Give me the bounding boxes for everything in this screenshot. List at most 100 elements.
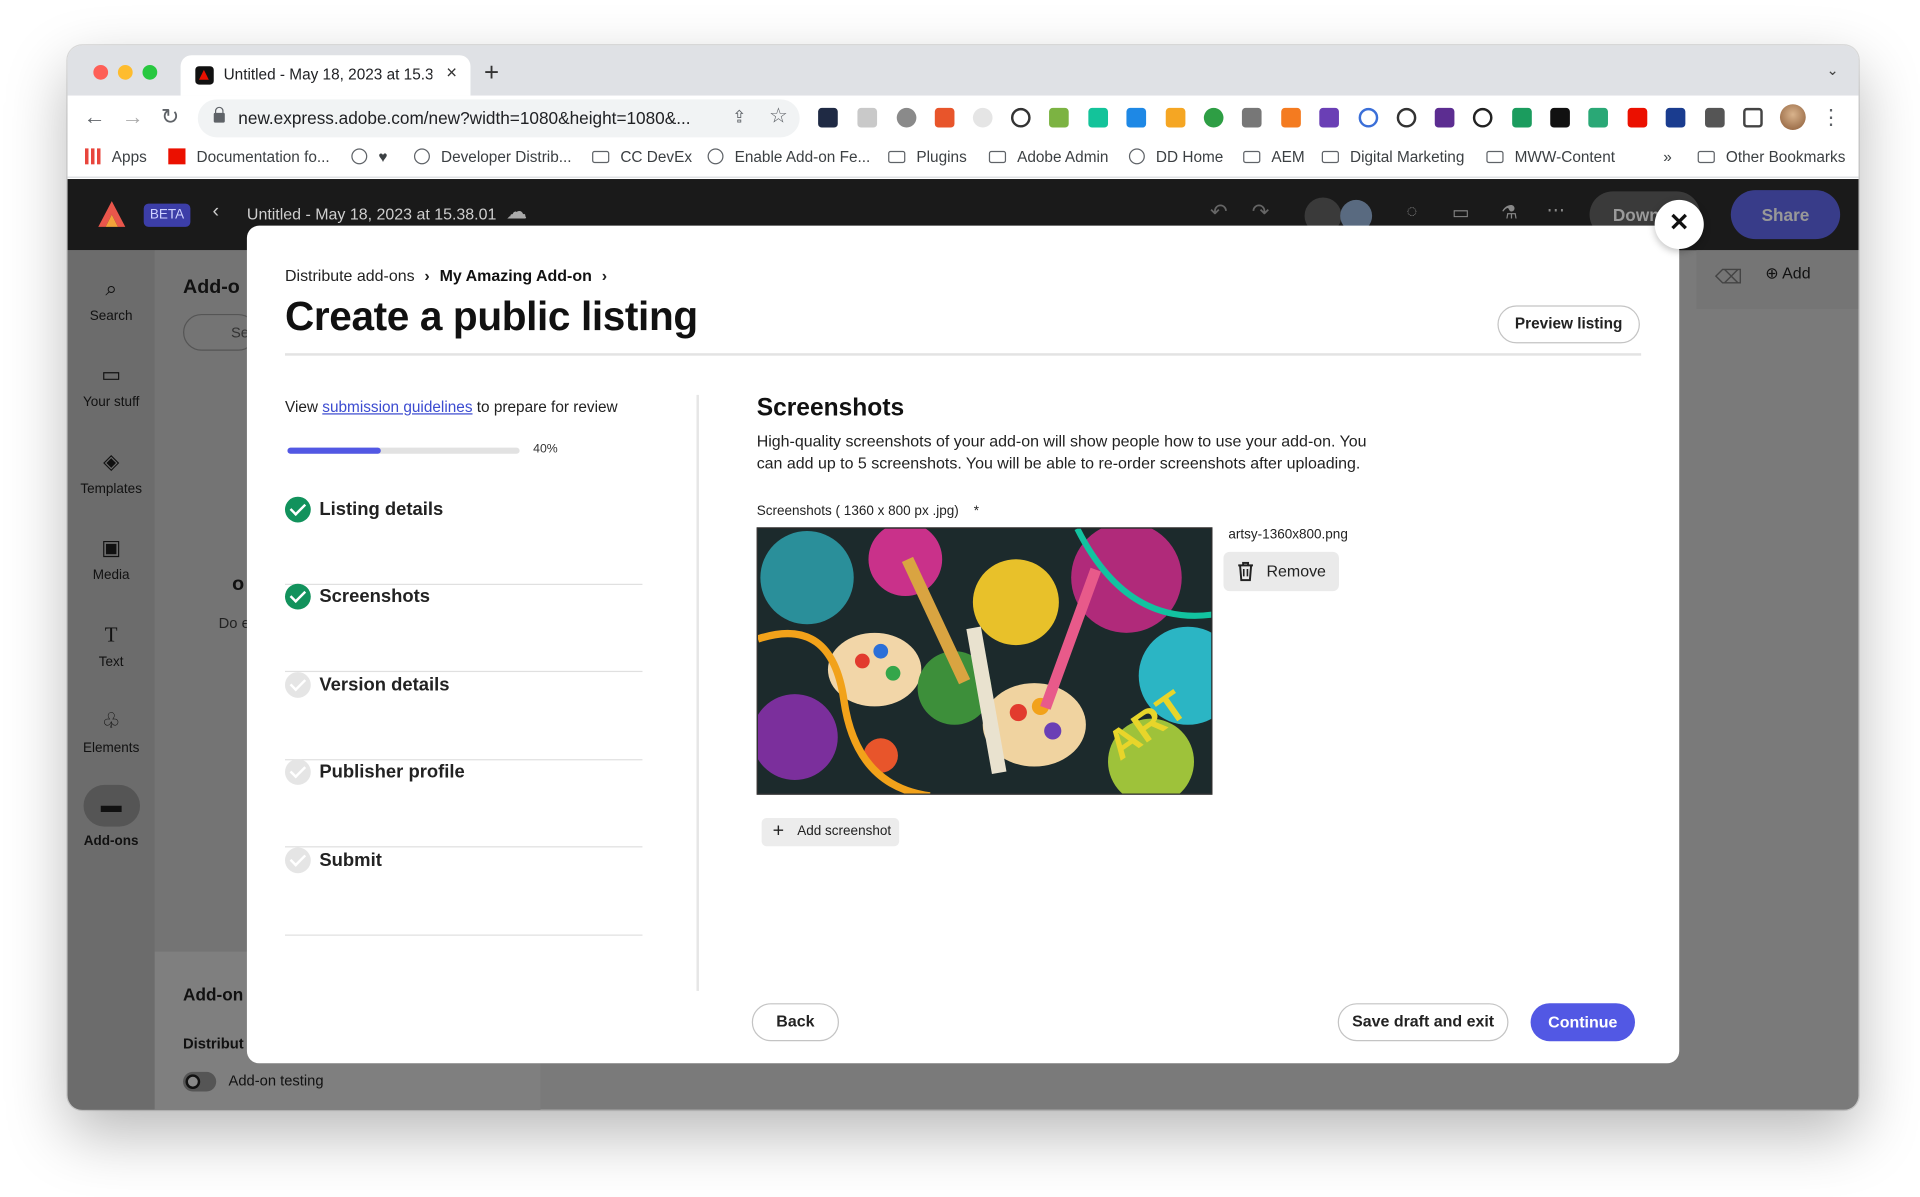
close-window-dot[interactable]: [93, 64, 109, 80]
preview-listing-button[interactable]: Preview listing: [1497, 305, 1640, 344]
remove-screenshot-button[interactable]: Remove: [1223, 551, 1339, 592]
add-page-button[interactable]: ⊕ Add: [1765, 264, 1810, 284]
extension-icon[interactable]: [1396, 107, 1417, 128]
addon-testing-toggle[interactable]: [183, 1071, 217, 1092]
extension-icon[interactable]: [1088, 107, 1109, 128]
bookmark-other[interactable]: Other Bookmarks: [1697, 148, 1845, 166]
extension-icon[interactable]: [934, 107, 955, 128]
back-button[interactable]: Back: [751, 1003, 839, 1042]
templates-icon: ◈: [103, 450, 120, 474]
save-draft-button[interactable]: Save draft and exit: [1337, 1003, 1509, 1042]
undo-icon[interactable]: ↶: [1210, 200, 1228, 225]
extension-icon[interactable]: [1665, 107, 1686, 128]
share-page-icon[interactable]: ⇪: [732, 107, 746, 128]
elements-icon: ♧: [101, 708, 121, 733]
artsy-doodle-image: ART: [757, 528, 1212, 794]
bookmark-aem[interactable]: AEM: [1243, 148, 1305, 166]
search-icon: ⌕: [105, 277, 118, 301]
extension-icon[interactable]: [857, 107, 878, 128]
new-tab-icon[interactable]: +: [484, 59, 499, 88]
tab-search-chevron-icon[interactable]: ⌄: [1827, 61, 1839, 78]
redo-icon[interactable]: ↷: [1252, 200, 1270, 225]
bookmark-developer-distrib[interactable]: Developer Distrib...: [413, 148, 572, 166]
bookmark-globe-heart[interactable]: ♥: [351, 148, 387, 166]
chat-extension-icon[interactable]: [896, 107, 917, 128]
share-button[interactable]: Share: [1730, 190, 1841, 240]
submission-guidelines-link[interactable]: submission guidelines: [322, 399, 472, 416]
bookmark-mww-content[interactable]: MWW-Content: [1486, 148, 1615, 166]
profile-avatar[interactable]: [1779, 104, 1806, 130]
globe-icon: [1128, 148, 1145, 165]
extension-icon[interactable]: [1588, 107, 1608, 128]
bookmark-digital-marketing[interactable]: Digital Marketing: [1321, 148, 1464, 166]
adobe-express-logo-icon[interactable]: [97, 200, 126, 229]
folder-icon: [888, 150, 906, 164]
extension-icon[interactable]: [1126, 107, 1147, 128]
extension-icon[interactable]: [1472, 107, 1493, 128]
rss-extension-icon[interactable]: [1165, 107, 1186, 128]
sidepanel-icon[interactable]: [1743, 107, 1763, 128]
screenshot-thumbnail[interactable]: ART: [756, 527, 1213, 795]
addons-icon: ▬: [82, 784, 140, 827]
step-publisher-profile[interactable]: Publisher profile: [284, 759, 643, 848]
back-arrow-icon[interactable]: ←: [84, 104, 106, 130]
extension-icon[interactable]: [1241, 107, 1262, 128]
sidebar-item-media[interactable]: ▣ Media: [68, 536, 155, 583]
bookmark-plugins[interactable]: Plugins: [888, 148, 967, 166]
sidebar-item-text[interactable]: T Text: [68, 623, 155, 670]
browser-tab[interactable]: Untitled - May 18, 2023 at 15.3 ×: [180, 55, 471, 96]
beaker-icon[interactable]: ⚗: [1501, 201, 1518, 223]
breadcrumb-chevron-icon: ›: [601, 266, 608, 285]
breadcrumb-distribute[interactable]: Distribute add-ons: [285, 266, 415, 284]
bookmark-enable-addon[interactable]: Enable Add-on Fe...: [707, 148, 870, 166]
evernote-extension-icon[interactable]: [1203, 107, 1224, 128]
medium-extension-icon[interactable]: [1550, 107, 1570, 128]
bookmark-adobe-admin[interactable]: Adobe Admin: [988, 148, 1108, 166]
more-options-icon[interactable]: ⋯: [1547, 199, 1565, 221]
close-modal-button[interactable]: ✕: [1654, 199, 1704, 249]
bookmark-cc-devex[interactable]: CC DevEx: [592, 148, 692, 166]
back-chevron-icon[interactable]: ‹: [213, 201, 220, 223]
trash-icon[interactable]: ⌫: [1715, 265, 1743, 290]
document-title[interactable]: Untitled - May 18, 2023 at 15.38.01: [247, 205, 496, 223]
bookmark-apps[interactable]: Apps: [84, 148, 147, 166]
adobe-extension-icon[interactable]: [1627, 107, 1648, 128]
bookmarks-overflow-chevron[interactable]: »: [1663, 148, 1672, 165]
lightbulb-icon[interactable]: ◌: [1407, 201, 1418, 222]
step-submit[interactable]: Submit: [284, 847, 643, 936]
react-extension-icon[interactable]: [818, 107, 838, 128]
step-screenshots[interactable]: Screenshots: [284, 583, 643, 673]
comment-icon[interactable]: ▭: [1452, 201, 1469, 223]
extension-icon[interactable]: [1434, 107, 1455, 128]
bookmark-documentation[interactable]: Documentation fo...: [168, 148, 330, 166]
puzzle-extensions-icon[interactable]: [1705, 107, 1725, 128]
breadcrumb-addon[interactable]: My Amazing Add-on: [440, 266, 592, 284]
continue-button[interactable]: Continue: [1530, 1003, 1636, 1042]
extension-icon[interactable]: [1281, 107, 1301, 128]
android-extension-icon[interactable]: [1049, 107, 1069, 128]
sidebar-item-addons[interactable]: ▬ Add-ons: [68, 784, 155, 849]
extension-icon[interactable]: [1512, 107, 1532, 128]
extension-icon[interactable]: [972, 107, 993, 128]
add-screenshot-button[interactable]: + Add screenshot: [761, 818, 900, 847]
extension-icon[interactable]: [1358, 107, 1379, 128]
address-bar[interactable]: new.express.adobe.com/new?width=1080&hei…: [197, 99, 800, 138]
sidebar-item-templates[interactable]: ◈ Templates: [68, 450, 155, 497]
reload-icon[interactable]: ↻: [161, 104, 180, 130]
sidebar-item-search[interactable]: ⌕ Search: [68, 277, 155, 324]
extension-icon[interactable]: [1319, 107, 1339, 128]
browser-menu-icon[interactable]: ⋮: [1820, 105, 1841, 130]
tab-close-icon[interactable]: ×: [446, 63, 457, 84]
sidebar-item-your-stuff[interactable]: ▭ Your stuff: [68, 363, 155, 410]
panel-title: Add-o: [183, 277, 240, 299]
sidebar-item-elements[interactable]: ♧ Elements: [68, 709, 155, 756]
step-listing-details[interactable]: Listing details: [284, 496, 643, 585]
forward-arrow-icon[interactable]: →: [122, 104, 144, 130]
step-version-details[interactable]: Version details: [284, 672, 643, 761]
maximize-window-dot[interactable]: [142, 64, 158, 80]
panel-search-input[interactable]: Se: [183, 313, 257, 351]
bookmark-dd-home[interactable]: DD Home: [1128, 148, 1223, 166]
bookmark-star-icon[interactable]: ☆: [769, 104, 788, 129]
extension-icon[interactable]: [1010, 107, 1031, 128]
minimize-window-dot[interactable]: [117, 64, 133, 80]
